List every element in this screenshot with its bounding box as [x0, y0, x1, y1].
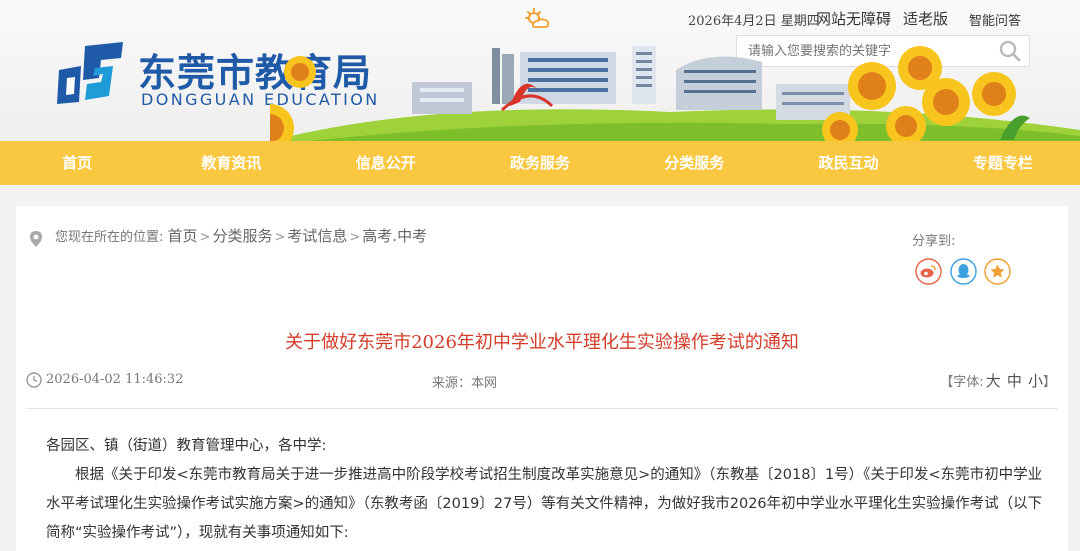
font-size-label: 【字体:	[940, 375, 984, 390]
dongguan-education-logo-icon[interactable]	[55, 40, 125, 106]
nav-public-interaction[interactable]: 政民互动	[771, 141, 925, 185]
clock-icon	[26, 372, 42, 388]
breadcrumb-separator: >	[274, 230, 286, 245]
nav-special-topics[interactable]: 专题专栏	[926, 141, 1080, 185]
nav-government-services[interactable]: 政务服务	[463, 141, 617, 185]
font-size-small[interactable]: 小	[1028, 372, 1043, 390]
font-size-switcher: 【字体: 大 中 小】	[940, 370, 1056, 391]
article-source: 来源：本网	[432, 376, 498, 391]
breadcrumb-category-services[interactable]: 分类服务	[212, 227, 272, 245]
publish-date: 2026-04-02 11:46:32	[46, 372, 184, 387]
sun-cloud-icon	[525, 8, 550, 28]
font-size-large[interactable]: 大	[986, 372, 1001, 390]
font-size-close: 】	[1042, 375, 1056, 390]
qq-icon[interactable]	[950, 258, 977, 285]
breadcrumb-separator: >	[349, 230, 361, 245]
nav-home[interactable]: 首页	[0, 141, 154, 185]
city-skyline-banner	[270, 46, 1080, 141]
article-greeting: 各园区、镇（街道）教育管理中心，各中学:	[46, 438, 327, 454]
article-panel: 您现在所在的位置: 首页 > 分类服务 > 考试信息 > 高考.中考 分享到: 关于做好东莞…	[16, 206, 1068, 551]
weibo-icon[interactable]	[915, 258, 942, 285]
font-size-medium[interactable]: 中	[1007, 372, 1022, 390]
main-nav: 首页 教育资讯 信息公开 政务服务 分类服务 政民互动 专题专栏	[0, 141, 1080, 185]
share-label: 分享到:	[912, 234, 956, 249]
breadcrumb-exam-info[interactable]: 考试信息	[287, 227, 347, 245]
breadcrumb-home[interactable]: 首页	[168, 227, 198, 245]
nav-info-disclosure[interactable]: 信息公开	[309, 141, 463, 185]
favorite-star-icon[interactable]	[984, 258, 1011, 285]
breadcrumb: 您现在所在的位置: 首页 > 分类服务 > 考试信息 > 高考.中考	[55, 225, 427, 246]
location-pin-icon	[30, 231, 42, 247]
site-header: 2026年4月2日 星期四 网站无障碍 适老版 智能问答 东莞市教育局 DONG…	[0, 0, 1080, 141]
nav-category-services[interactable]: 分类服务	[617, 141, 771, 185]
breadcrumb-current[interactable]: 高考.中考	[362, 227, 427, 245]
article-body: 各园区、镇（街道）教育管理中心，各中学: 根据《关于印发<东莞市教育局关于进一步…	[46, 432, 1046, 548]
current-date: 2026年4月2日 星期四	[688, 14, 820, 29]
nav-education-news[interactable]: 教育资讯	[154, 141, 308, 185]
breadcrumb-prefix: 您现在所在的位置:	[55, 230, 164, 245]
meta-divider	[26, 408, 1058, 409]
smart-qa-link[interactable]: 智能问答	[969, 10, 1021, 29]
breadcrumb-separator: >	[199, 230, 211, 245]
accessibility-link[interactable]: 网站无障碍	[816, 8, 891, 29]
article-paragraph: 根据《关于印发<东莞市教育局关于进一步推进高中阶段学校考试招生制度改革实施意见>…	[46, 467, 1043, 541]
article-title: 关于做好东莞市2026年初中学业水平理化生实验操作考试的通知	[285, 332, 799, 353]
elderly-mode-link[interactable]: 适老版	[903, 8, 948, 29]
